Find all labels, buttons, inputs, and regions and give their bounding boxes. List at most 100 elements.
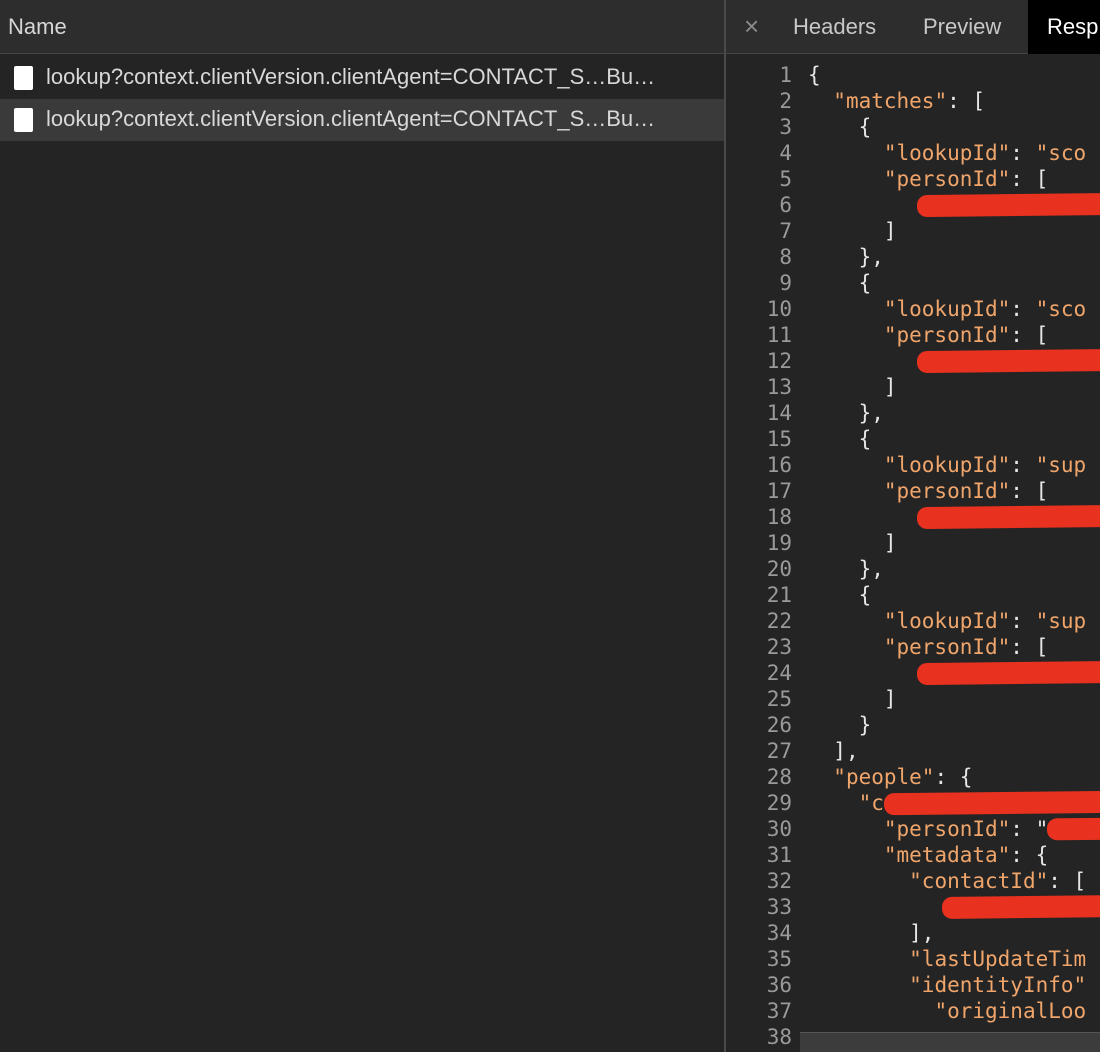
tab-headers[interactable]: Headers [793,0,876,54]
json-key-token: "contactId" [909,869,1049,893]
json-punctuation-token: { [858,427,872,451]
code-text: "identityInfo" [808,972,1086,998]
code-text: { [808,426,872,452]
line-number: 30 [766,817,792,841]
json-key-token: "matches" [833,89,948,113]
json-punctuation-token: }, [858,245,884,269]
json-punctuation-token: : [ [947,89,986,113]
line-number: 22 [766,609,792,633]
horizontal-scrollbar[interactable] [800,1032,1100,1052]
json-punctuation-token: ], [909,921,935,945]
code-text: "lookupId": "sco [808,140,1086,166]
code-text: "lookupId": "sco [808,296,1086,322]
line-number: 9 [779,271,792,295]
json-punctuation-token: : [ [1010,167,1049,191]
code-line: 16 "lookupId": "sup [726,452,1100,478]
line-number: 27 [766,739,792,763]
document-icon [14,66,33,90]
code-line: 18 [726,504,1100,530]
line-number: 24 [766,661,792,685]
line-number: 7 [779,219,792,243]
tab-response[interactable]: Resp [1028,0,1100,54]
close-icon[interactable]: × [744,12,759,40]
line-number: 1 [779,63,792,87]
json-punctuation-token: : [ [1010,635,1049,659]
code-text: "lastUpdateTim [808,946,1086,972]
json-key-token: "lastUpdateTim [909,947,1087,971]
json-punctuation-token: } [858,713,872,737]
code-text: ], [808,920,934,946]
code-text: "personId": " [808,816,1048,842]
json-punctuation-token: ] [883,375,897,399]
line-number: 18 [766,505,792,529]
json-punctuation-token: : [1010,297,1036,321]
line-number: 23 [766,635,792,659]
code-text: { [808,114,872,140]
code-text: "matches": [ [808,88,985,114]
code-text: "personId": [ [808,634,1048,660]
json-key-token: "lookupId" [883,453,1011,477]
code-text: "c [808,790,884,816]
json-key-token: "lookupId" [883,297,1011,321]
requests-panel: Name lookup?context.clientVersion.client… [0,0,724,1052]
code-text: }, [808,244,884,270]
code-text: ] [808,218,897,244]
code-line: 20 }, [726,556,1100,582]
line-number: 10 [766,297,792,321]
code-line: 14 }, [726,400,1100,426]
line-number: 21 [766,583,792,607]
request-row[interactable]: lookup?context.clientVersion.clientAgent… [0,57,724,99]
code-line: 5 "personId": [ [726,166,1100,192]
line-number: 8 [779,245,792,269]
code-line: 31 "metadata": { [726,842,1100,868]
code-text: "people": { [808,764,972,790]
code-line: 32 "contactId": [ [726,868,1100,894]
code-text: "personId": [ [808,478,1048,504]
json-key-token: "sup [1035,609,1087,633]
line-number: 38 [766,1025,792,1049]
code-line: 33 [726,894,1100,920]
code-line: 25 ] [726,686,1100,712]
json-punctuation-token: ] [883,687,897,711]
code-text: "originalLoo [808,998,1086,1024]
line-number: 16 [766,453,792,477]
json-key-token: "personId" [883,479,1011,503]
request-row-selected[interactable]: lookup?context.clientVersion.clientAgent… [0,99,724,141]
redaction-scribble [883,790,1100,816]
code-line: 1{ [726,62,1100,88]
code-text: ] [808,374,897,400]
code-line: 8 }, [726,244,1100,270]
line-number: 15 [766,427,792,451]
code-line: 17 "personId": [ [726,478,1100,504]
json-punctuation-token: { [858,115,872,139]
line-number: 25 [766,687,792,711]
json-key-token: "lookupId" [883,609,1011,633]
name-column-header[interactable]: Name [0,0,724,54]
json-key-token: "personId" [883,817,1011,841]
json-punctuation-token: ] [883,531,897,555]
code-text: } [808,712,872,738]
code-line: 19 ] [726,530,1100,556]
json-key-token: "sup [1035,453,1087,477]
json-punctuation-token: ] [883,219,897,243]
line-number: 36 [766,973,792,997]
code-line: 30 "personId": " [726,816,1100,842]
response-detail-panel: × Headers Preview Resp 1{2 "matches": [3… [726,0,1100,1052]
line-number: 31 [766,843,792,867]
code-line: 37 "originalLoo [726,998,1100,1024]
line-number: 34 [766,921,792,945]
json-punctuation-token: : { [934,765,973,789]
line-number: 5 [779,167,792,191]
tab-preview[interactable]: Preview [923,0,1001,54]
line-number: 3 [779,115,792,139]
code-text: ], [808,738,858,764]
json-punctuation-token: : [ [1048,869,1087,893]
line-number: 28 [766,765,792,789]
code-line: 26 } [726,712,1100,738]
code-line: 2 "matches": [ [726,88,1100,114]
